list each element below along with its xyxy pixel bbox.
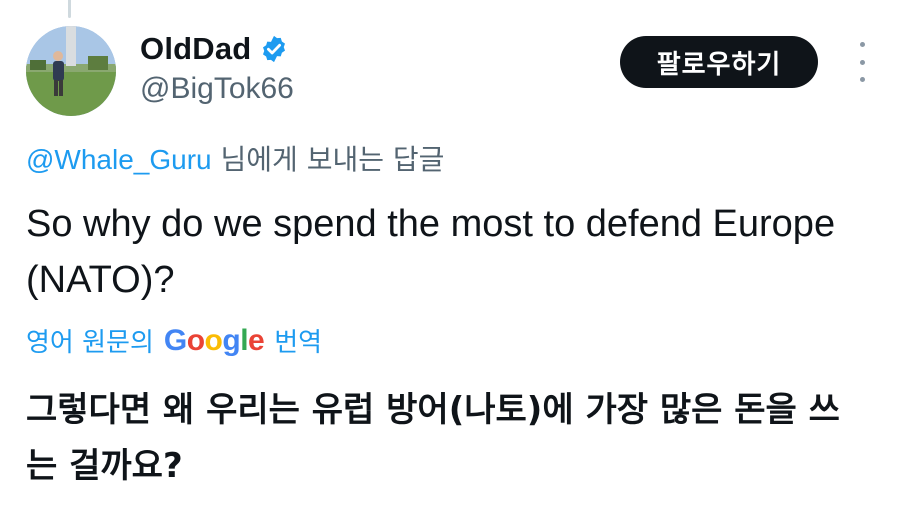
google-logo: Google <box>163 323 265 358</box>
user-names: OldDad @BigTok66 <box>140 26 294 106</box>
user-handle[interactable]: @BigTok66 <box>140 72 294 106</box>
display-name-row: OldDad <box>140 26 294 72</box>
avatar-image <box>26 26 116 116</box>
replying-to-line: @Whale_Guru 님에게 보내는 답글 <box>26 138 444 178</box>
more-dot <box>859 77 865 82</box>
tweet-header: OldDad @BigTok66 팔로우하기 <box>26 26 870 116</box>
google-letter: e <box>248 323 265 357</box>
thread-connector-line <box>68 0 71 18</box>
tweet-text: So why do we spend the most to defend Eu… <box>26 203 836 301</box>
reply-suffix: 님에게 보내는 답글 <box>211 143 445 176</box>
google-letter: G <box>163 323 187 357</box>
google-letter: g <box>222 323 241 357</box>
more-vertical-icon[interactable] <box>854 42 870 82</box>
display-name[interactable]: OldDad <box>140 31 251 67</box>
verified-badge-icon[interactable] <box>259 34 289 64</box>
reply-mention-link[interactable]: @Whale_Guru <box>26 144 212 175</box>
avatar[interactable] <box>26 26 116 116</box>
translation-attribution[interactable]: 영어 원문의 Google 번역 <box>26 322 322 359</box>
more-dot <box>859 59 865 65</box>
google-letter: l <box>240 323 249 357</box>
follow-button[interactable]: 팔로우하기 <box>620 36 818 88</box>
translation-prefix: 영어 원문의 <box>26 328 154 358</box>
google-letter: o <box>186 323 205 357</box>
translated-tweet-text: 그렇다면 왜 우리는 유럽 방어(나토)에 가장 많은 돈을 쓰는 걸까요? <box>26 390 840 486</box>
translation-suffix: 번역 <box>274 328 323 358</box>
google-letter: o <box>204 323 223 357</box>
more-dot <box>859 42 865 47</box>
